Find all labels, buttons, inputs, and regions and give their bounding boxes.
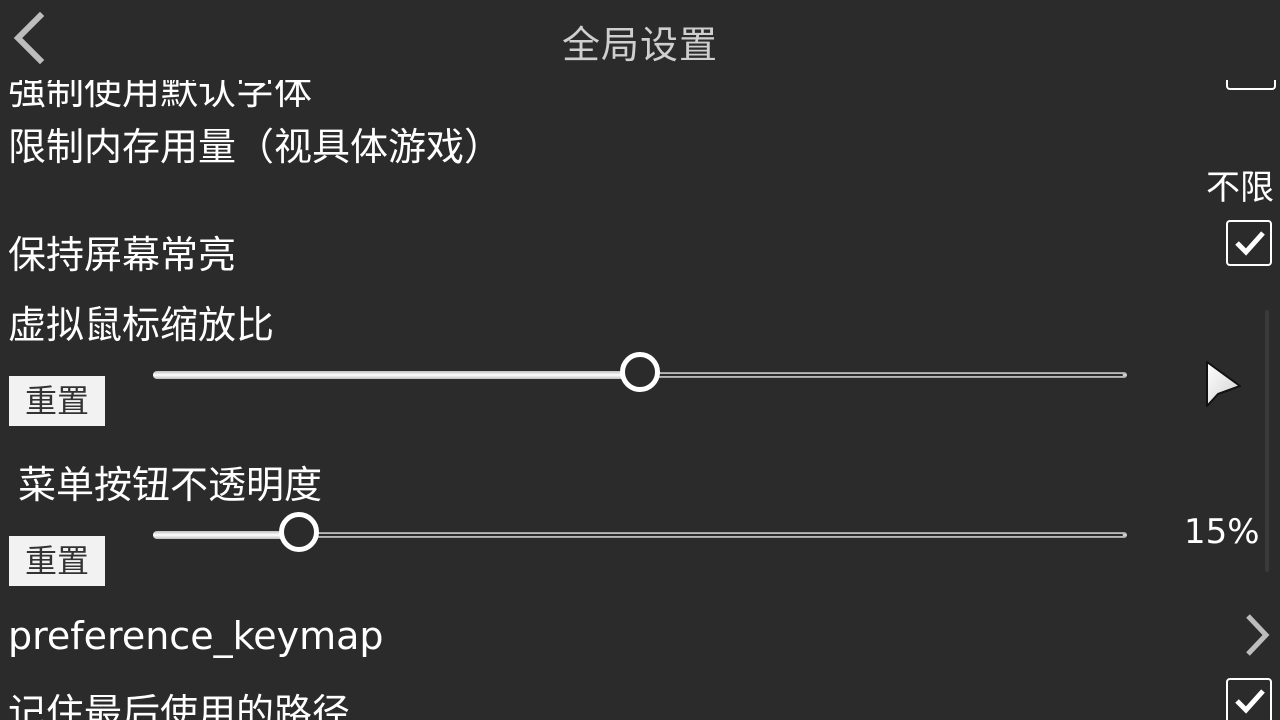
slider-fill — [153, 371, 640, 379]
keymap-setting[interactable]: preference_keymap — [8, 614, 384, 658]
menu-opacity-label: 菜单按钮不透明度 — [18, 463, 323, 507]
mouse-scale-reset-button[interactable]: 重置 — [9, 376, 105, 426]
remember-path-checkbox[interactable] — [1226, 678, 1272, 720]
keep-screen-on-checkbox[interactable] — [1226, 220, 1272, 266]
scrollbar[interactable] — [1265, 310, 1269, 572]
global-settings-screen: 强制使用默认字体 全局设置 限制内存用量（视具体游戏） 不限 保持屏幕常亮 虚拟… — [0, 0, 1280, 720]
menu-opacity-value: 15% — [1184, 512, 1260, 552]
menu-opacity-reset-button[interactable]: 重置 — [9, 536, 105, 586]
memory-limit-setting[interactable]: 限制内存用量（视具体游戏） — [8, 116, 502, 171]
menu-opacity-slider[interactable] — [153, 512, 1127, 552]
page-title: 全局设置 — [561, 23, 718, 67]
checkmark-icon — [1235, 689, 1265, 714]
memory-limit-label: 限制内存用量（视具体游戏） — [8, 125, 503, 169]
checkmark-icon — [1235, 231, 1265, 256]
chevron-right-icon[interactable] — [1240, 612, 1272, 658]
keymap-label: preference_keymap — [8, 614, 384, 658]
memory-limit-value[interactable]: 不限 — [1206, 160, 1274, 209]
remember-path-label: 记住最后使用的路径 — [8, 691, 351, 720]
mouse-cursor-icon — [1206, 361, 1241, 407]
slider-thumb[interactable] — [279, 512, 319, 552]
slider-thumb[interactable] — [620, 352, 660, 392]
mouse-scale-slider[interactable] — [153, 352, 1127, 392]
keep-screen-on-label: 保持屏幕常亮 — [8, 233, 237, 277]
header-bar: 全局设置 — [0, 0, 1280, 80]
slider-fill — [153, 531, 299, 539]
mouse-scale-label: 虚拟鼠标缩放比 — [8, 303, 275, 347]
